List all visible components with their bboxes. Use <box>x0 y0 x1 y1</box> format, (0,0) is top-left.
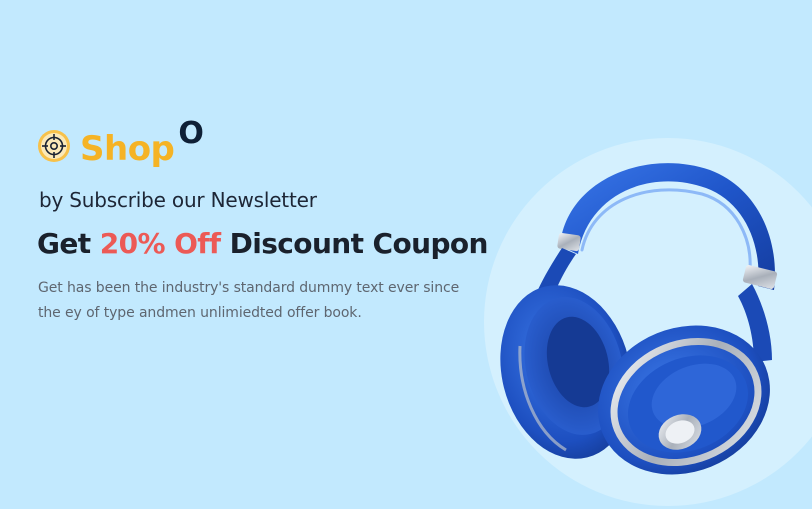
newsletter-banner: Shop O by Subscribe our Newsletter Get 2… <box>0 0 812 509</box>
shop-logo[interactable]: Shop O <box>36 116 204 170</box>
headphones-image <box>500 163 778 475</box>
headline-suffix: Discount Coupon <box>220 227 489 260</box>
banner-headline: Get 20% Off Discount Coupon <box>37 227 488 260</box>
discount-highlight: 20% Off <box>99 227 221 260</box>
logo-text: Shop <box>80 129 175 169</box>
headline-prefix: Get <box>37 227 100 260</box>
target-icon <box>38 130 70 162</box>
logo-suffix: O <box>178 115 204 151</box>
banner-description: Get has been the industry's standard dum… <box>38 280 460 321</box>
banner-subtitle: by Subscribe our Newsletter <box>39 188 317 212</box>
